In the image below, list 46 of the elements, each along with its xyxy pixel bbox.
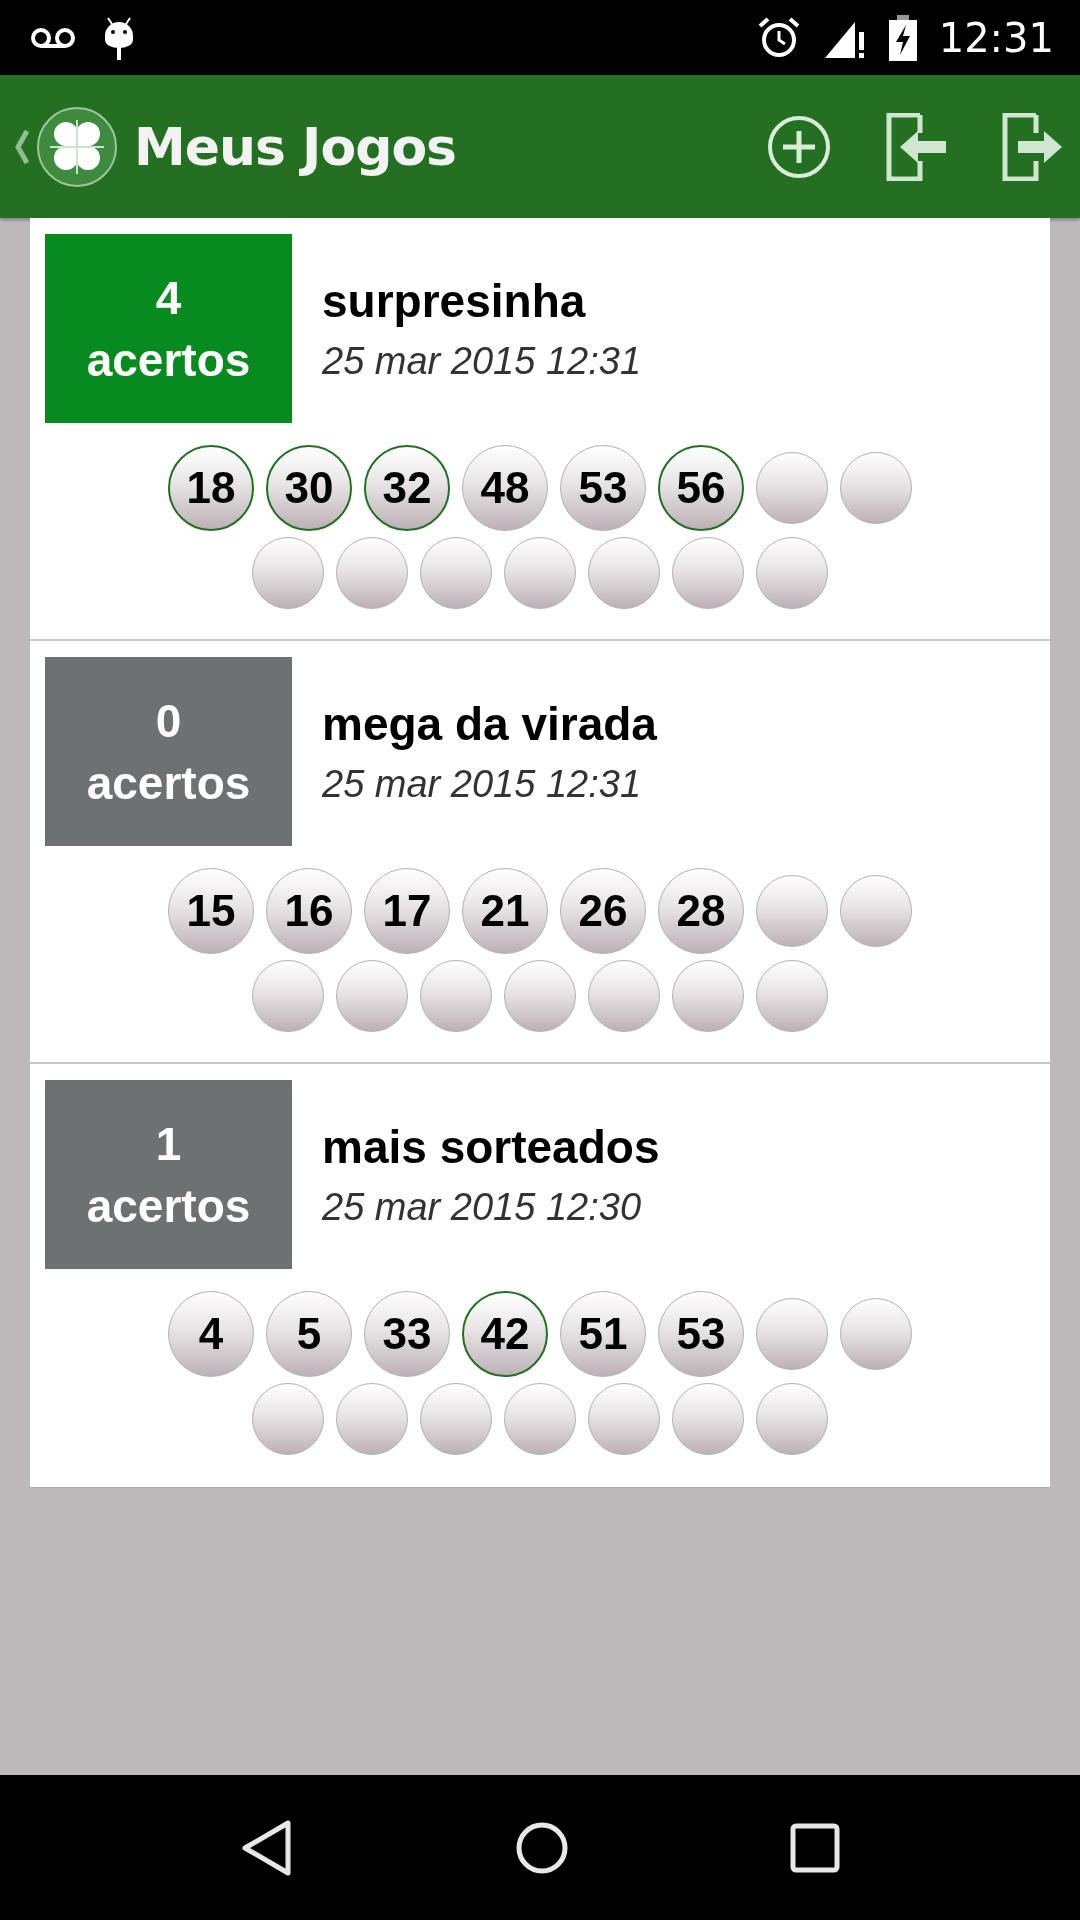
hits-label: acertos — [86, 755, 251, 811]
game-date: 25 mar 2015 12:31 — [322, 763, 642, 806]
clover-logo-icon — [36, 105, 118, 188]
number-ball: 53 — [560, 445, 646, 531]
back-chevron-icon[interactable] — [14, 128, 30, 165]
number-ball: 56 — [658, 445, 744, 531]
robot-icon — [102, 15, 136, 60]
number-ball: 53 — [658, 1291, 744, 1377]
battery-charging-icon — [888, 14, 917, 61]
hits-label: acertos — [86, 1178, 251, 1234]
import-icon[interactable] — [886, 112, 948, 181]
number-ball: 32 — [364, 445, 450, 531]
app-title: Meus Jogos — [134, 116, 457, 177]
number-ball: 30 — [266, 445, 352, 531]
export-icon[interactable] — [1002, 112, 1064, 181]
voicemail-icon — [30, 25, 76, 50]
number-ball: 21 — [462, 868, 548, 954]
game-card[interactable]: 0 acertos mega da virada 25 mar 2015 12:31 15 16 17 21 26 28 — [30, 641, 1050, 1064]
game-title: mega da virada — [322, 697, 657, 751]
recents-icon[interactable] — [789, 1822, 840, 1873]
game-date: 25 mar 2015 12:31 — [322, 340, 641, 383]
number-ball: 51 — [560, 1291, 646, 1377]
number-ball: 15 — [168, 868, 254, 954]
game-title: surpresinha — [322, 274, 587, 328]
number-ball: 17 — [364, 868, 450, 954]
home-icon[interactable] — [515, 1820, 569, 1875]
hits-label: acertos — [86, 332, 251, 388]
hits-count: 1 — [155, 1116, 182, 1172]
number-ball: 28 — [658, 868, 744, 954]
game-card[interactable]: 1 acertos mais sorteados 25 mar 2015 12:30 4 5 33 42 51 53 — [30, 1064, 1050, 1487]
clock-time: 12:31 — [938, 14, 1054, 61]
game-date: 25 mar 2015 12:30 — [322, 1186, 642, 1229]
number-ball: 18 — [168, 445, 254, 531]
game-title: mais sorteados — [322, 1120, 660, 1174]
add-icon[interactable] — [766, 113, 832, 180]
number-ball: 16 — [266, 868, 352, 954]
alarm-icon — [756, 15, 801, 60]
hits-count: 4 — [155, 270, 182, 326]
number-ball: 4 — [168, 1291, 254, 1377]
number-ball: 26 — [560, 868, 646, 954]
number-ball: 42 — [462, 1291, 548, 1377]
game-card[interactable]: 4 acertos surpresinha 25 mar 2015 12:31 18 30 32 48 53 56 — [30, 218, 1050, 641]
number-ball: 33 — [364, 1291, 450, 1377]
number-ball: 48 — [462, 445, 548, 531]
number-ball: 5 — [266, 1291, 352, 1377]
hits-count: 0 — [155, 693, 182, 749]
